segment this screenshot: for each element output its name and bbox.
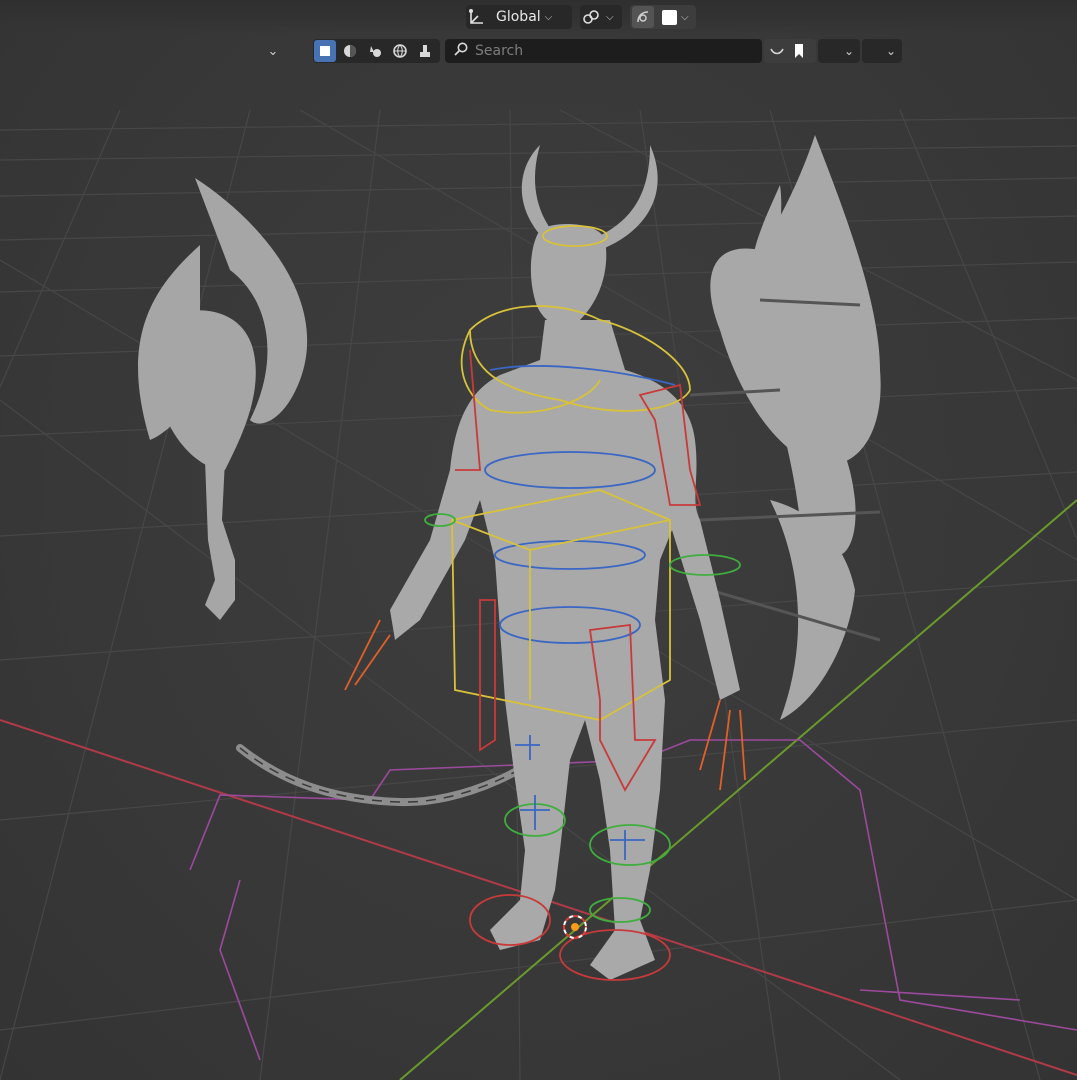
3d-cursor — [563, 915, 587, 939]
chevron-down-icon: ⌵ — [544, 11, 553, 23]
shading-icon[interactable] — [339, 40, 361, 62]
bookmark-icon[interactable] — [788, 40, 810, 62]
chevron-down-icon: ⌄ — [885, 44, 896, 58]
filter-icon-group — [313, 39, 440, 63]
3d-viewport[interactable] — [0, 0, 1077, 1080]
chevron-down-icon[interactable]: ⌄ — [262, 40, 284, 62]
search-placeholder: Search — [475, 43, 524, 59]
chevron-down-icon: ⌵ — [681, 11, 689, 23]
proportional-edit-group[interactable]: ⌵ — [630, 5, 696, 29]
snapping-dropdown[interactable]: ⌵ — [580, 5, 622, 29]
color-swatch[interactable] — [662, 9, 677, 25]
search-icon — [453, 41, 469, 61]
chevron-down-icon: ⌄ — [843, 44, 854, 58]
physics-icon[interactable] — [364, 40, 386, 62]
filter-dropdown[interactable]: ⌄ — [818, 39, 860, 63]
brush-icon[interactable] — [414, 40, 436, 62]
transform-orientation-label: Global — [496, 9, 541, 25]
viewport-header: Global ⌵ ⌵ ⌵ — [0, 0, 1077, 34]
transform-orientation-dropdown[interactable]: Global ⌵ — [466, 5, 572, 29]
outliner-filter-bar: ⌄ Search ⌄ ⌄ — [0, 34, 1077, 68]
proportional-edit-icon[interactable] — [632, 6, 654, 28]
character-mesh — [390, 145, 740, 980]
world-icon[interactable] — [389, 40, 411, 62]
transform-orientation-icon — [466, 6, 488, 28]
bookmark-group — [764, 39, 816, 63]
axe-mesh — [138, 178, 308, 620]
search-input[interactable]: Search — [445, 39, 762, 63]
sort-dropdown[interactable]: ⌄ — [862, 39, 902, 63]
viewport-scene — [0, 109, 1077, 1080]
object-select-icon[interactable] — [314, 40, 336, 62]
chevron-down-icon: ⌵ — [606, 11, 614, 23]
link-icon — [580, 6, 602, 28]
arc-icon[interactable] — [766, 40, 788, 62]
